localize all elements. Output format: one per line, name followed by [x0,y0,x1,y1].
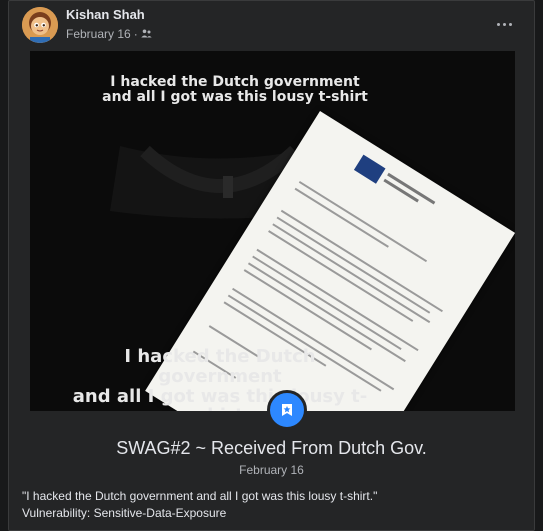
life-event-info: SWAG#2 ~ Received From Dutch Gov. Februa… [9,411,534,530]
avatar[interactable] [22,7,58,43]
shirt-text-top: I hacked the Dutch government and all I … [90,74,380,106]
event-description-line1: "I hacked the Dutch government and all I… [22,489,378,503]
post-header: Kishan Shah February 16 · [9,1,534,51]
shirt-text-top-line2: and all I got was this lousy t-shirt [102,89,368,106]
post-date[interactable]: February 16 [66,27,131,41]
post-card: Kishan Shah February 16 · I hacked the D… [8,0,535,531]
friends-icon[interactable] [141,27,152,41]
event-title: SWAG#2 ~ Received From Dutch Gov. [116,438,427,458]
meta-separator: · [133,27,138,41]
event-description: "I hacked the Dutch government and all I… [22,488,377,522]
author-name[interactable]: Kishan Shah [66,7,145,22]
more-options-icon[interactable] [492,14,516,34]
shirt-text-bottom: I hacked the Dutch government and all I … [60,347,380,411]
star-badge-icon[interactable] [267,390,307,430]
shirt-text-top-line1: I hacked the Dutch government [110,74,360,90]
event-date: February 16 [239,463,304,477]
post-photo[interactable]: I hacked the Dutch government and all I … [30,51,515,411]
event-description-line2: Vulnerability: Sensitive-Data-Exposure [22,506,227,520]
shirt-text-bottom-line1: I hacked the Dutch government [124,346,316,387]
post-meta: February 16 · [66,27,152,41]
avatar-image [22,7,58,43]
shirt-text-bottom-line2: and all I got was this lousy t-shirt [72,385,368,411]
